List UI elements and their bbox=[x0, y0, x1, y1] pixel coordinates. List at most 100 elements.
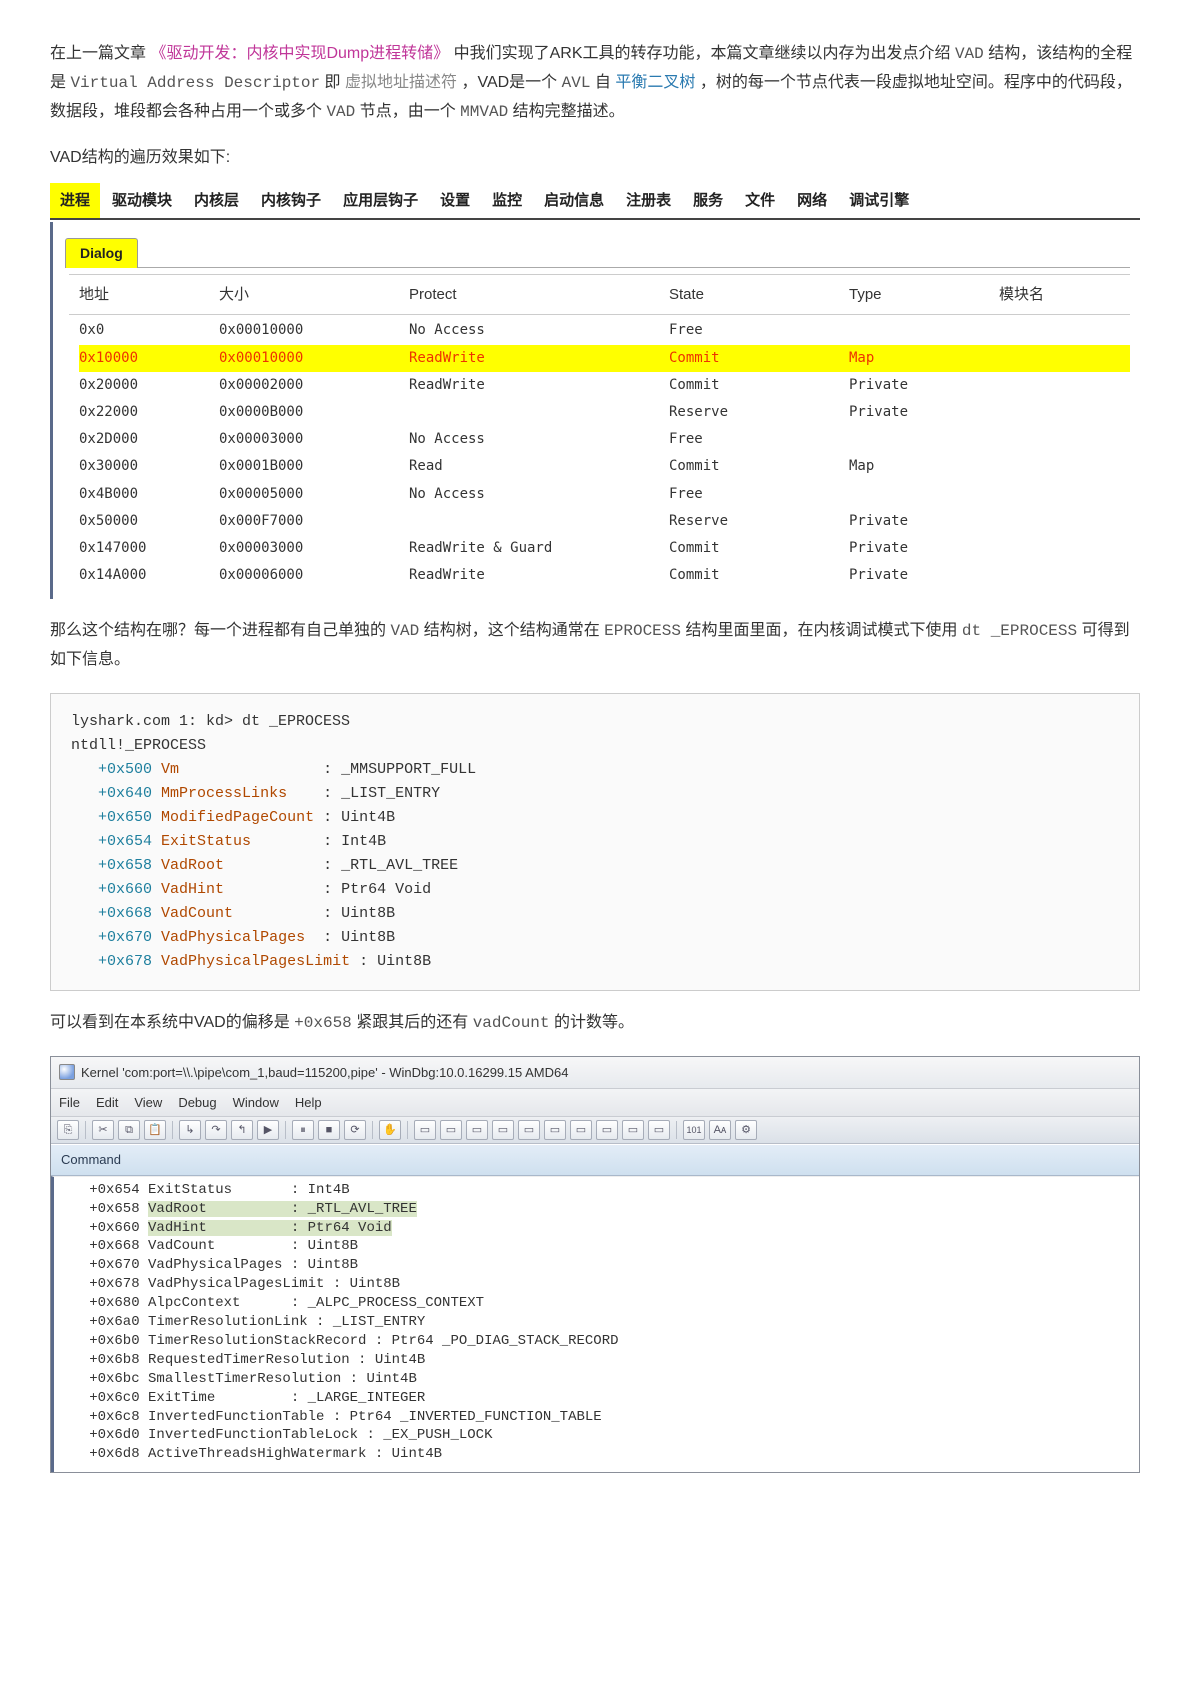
cell: 0x00003000 bbox=[219, 427, 409, 452]
table-row[interactable]: 0x100000x00010000ReadWriteCommitMap bbox=[79, 345, 1130, 372]
cell: Map bbox=[849, 454, 999, 479]
tab-item[interactable]: 内核层 bbox=[184, 183, 249, 218]
tab-item[interactable]: 调试引擎 bbox=[839, 183, 919, 218]
cell bbox=[999, 373, 1059, 398]
command-panel-header[interactable]: Command bbox=[51, 1144, 1139, 1175]
tab-item[interactable]: 内核钩子 bbox=[251, 183, 331, 218]
tab-item[interactable]: 驱动模块 bbox=[102, 183, 182, 218]
paragraph-3: 可以看到在本系统中VAD的偏移是 +0x658 紧跟其后的还有 vadCount… bbox=[50, 1009, 1140, 1038]
window-titlebar: Kernel 'com:port=\\.\pipe\com_1,baud=115… bbox=[51, 1057, 1139, 1089]
col-state[interactable]: State bbox=[669, 281, 849, 308]
text: 结构树，这个结构通常在 bbox=[424, 622, 604, 639]
window-icon[interactable]: ▭ bbox=[622, 1120, 644, 1140]
window-icon[interactable]: ▭ bbox=[414, 1120, 436, 1140]
cell bbox=[999, 346, 1059, 371]
text: 中我们实现了ARK工具的转存功能，本篇文章继续以内存为出发点介绍 bbox=[454, 45, 955, 62]
code-inline: VAD bbox=[390, 622, 419, 640]
cell: Free bbox=[669, 318, 849, 343]
table-row[interactable]: 0x500000x000F7000ReservePrivate bbox=[79, 508, 1130, 535]
cell bbox=[409, 509, 669, 534]
stop-icon[interactable]: ■ bbox=[318, 1120, 340, 1140]
cell: 0x4B000 bbox=[79, 482, 219, 507]
cell: 0x30000 bbox=[79, 454, 219, 479]
paste-icon[interactable]: 📋 bbox=[144, 1120, 166, 1140]
font-icon[interactable]: Aᴀ bbox=[709, 1120, 731, 1140]
window-icon[interactable]: ▭ bbox=[466, 1120, 488, 1140]
window-icon[interactable]: ▭ bbox=[440, 1120, 462, 1140]
col-size[interactable]: 大小 bbox=[219, 281, 409, 308]
cell: 0x00010000 bbox=[219, 346, 409, 371]
tab-dialog[interactable]: Dialog bbox=[65, 238, 138, 268]
window-icon[interactable]: ▭ bbox=[492, 1120, 514, 1140]
cell: Reserve bbox=[669, 400, 849, 425]
cell bbox=[999, 482, 1059, 507]
menu-file[interactable]: File bbox=[59, 1091, 80, 1114]
code-inline: EPROCESS bbox=[604, 622, 681, 640]
table-row[interactable]: 0x2D0000x00003000No AccessFree bbox=[79, 426, 1130, 453]
cell: 0x147000 bbox=[79, 536, 219, 561]
menu-window[interactable]: Window bbox=[233, 1091, 279, 1114]
cell: 0x50000 bbox=[79, 509, 219, 534]
run-icon[interactable]: ▶ bbox=[257, 1120, 279, 1140]
cell bbox=[999, 563, 1059, 588]
article-link[interactable]: 《驱动开发：内核中实现Dump进程转储》 bbox=[150, 45, 449, 62]
step-into-icon[interactable]: ↳ bbox=[179, 1120, 201, 1140]
table-row[interactable]: 0x1470000x00003000ReadWrite & GuardCommi… bbox=[79, 535, 1130, 562]
code-inline: vadCount bbox=[473, 1014, 550, 1032]
cell: 0x0000B000 bbox=[219, 400, 409, 425]
tab-item[interactable]: 启动信息 bbox=[534, 183, 614, 218]
menu-view[interactable]: View bbox=[134, 1091, 162, 1114]
window-icon[interactable]: ▭ bbox=[570, 1120, 592, 1140]
tab-item[interactable]: 监控 bbox=[482, 183, 532, 218]
window-icon[interactable]: ▭ bbox=[596, 1120, 618, 1140]
tab-item[interactable]: 注册表 bbox=[616, 183, 681, 218]
tab-item[interactable]: 应用层钩子 bbox=[333, 183, 428, 218]
open-icon[interactable]: ⎘ bbox=[57, 1120, 79, 1140]
code-inline: Virtual Address Descriptor bbox=[70, 74, 320, 92]
tab-item[interactable]: 设置 bbox=[430, 183, 480, 218]
cell: Read bbox=[409, 454, 669, 479]
menu-help[interactable]: Help bbox=[295, 1091, 322, 1114]
window-title: Kernel 'com:port=\\.\pipe\com_1,baud=115… bbox=[81, 1061, 568, 1084]
col-addr[interactable]: 地址 bbox=[79, 281, 219, 308]
cell bbox=[999, 509, 1059, 534]
cell bbox=[999, 400, 1059, 425]
table-row[interactable]: 0x220000x0000B000ReservePrivate bbox=[79, 399, 1130, 426]
col-module[interactable]: 模块名 bbox=[999, 281, 1059, 308]
options-icon[interactable]: ⚙ bbox=[735, 1120, 757, 1140]
step-out-icon[interactable]: ↰ bbox=[231, 1120, 253, 1140]
binary-icon[interactable]: 101 bbox=[683, 1120, 705, 1140]
window-icon[interactable]: ▭ bbox=[518, 1120, 540, 1140]
cell: Free bbox=[669, 482, 849, 507]
table-row[interactable]: 0x300000x0001B000ReadCommitMap bbox=[79, 453, 1130, 480]
menu-edit[interactable]: Edit bbox=[96, 1091, 118, 1114]
col-protect[interactable]: Protect bbox=[409, 281, 669, 308]
table-row[interactable]: 0x200000x00002000ReadWriteCommitPrivate bbox=[79, 372, 1130, 399]
hand-icon[interactable]: ✋ bbox=[379, 1120, 401, 1140]
step-over-icon[interactable]: ↷ bbox=[205, 1120, 227, 1140]
text-gray: 虚拟地址描述符 bbox=[345, 74, 457, 91]
menu-debug[interactable]: Debug bbox=[178, 1091, 216, 1114]
cut-icon[interactable]: ✂ bbox=[92, 1120, 114, 1140]
copy-icon[interactable]: ⧉ bbox=[118, 1120, 140, 1140]
table-row[interactable]: 0x14A0000x00006000ReadWriteCommitPrivate bbox=[79, 562, 1130, 589]
app-icon bbox=[59, 1064, 75, 1080]
table-row[interactable]: 0x00x00010000No AccessFree bbox=[79, 317, 1130, 344]
col-type[interactable]: Type bbox=[849, 281, 999, 308]
tab-item[interactable]: 服务 bbox=[683, 183, 733, 218]
separator bbox=[407, 1121, 408, 1139]
cell: No Access bbox=[409, 318, 669, 343]
link-baike[interactable]: 平衡二叉树 bbox=[615, 74, 695, 91]
tab-item[interactable]: 网络 bbox=[787, 183, 837, 218]
table-row[interactable]: 0x4B0000x00005000No AccessFree bbox=[79, 481, 1130, 508]
break-icon[interactable]: ⏸ bbox=[292, 1120, 314, 1140]
window-icon[interactable]: ▭ bbox=[544, 1120, 566, 1140]
tab-item[interactable]: 文件 bbox=[735, 183, 785, 218]
cell: 0x2D000 bbox=[79, 427, 219, 452]
cell: Map bbox=[849, 346, 999, 371]
restart-icon[interactable]: ⟳ bbox=[344, 1120, 366, 1140]
cell: Private bbox=[849, 400, 999, 425]
window-icon[interactable]: ▭ bbox=[648, 1120, 670, 1140]
separator bbox=[372, 1121, 373, 1139]
tab-process[interactable]: 进程 bbox=[50, 183, 100, 218]
